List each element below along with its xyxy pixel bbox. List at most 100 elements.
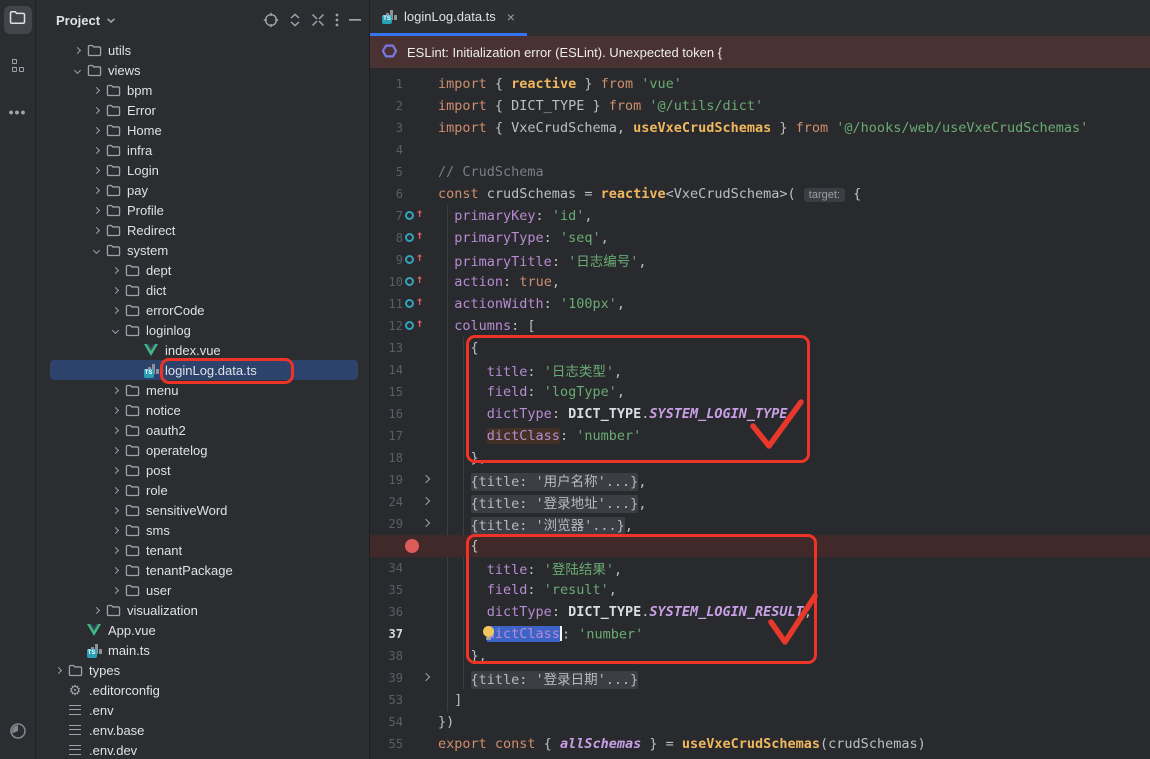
code-line-19[interactable]: 19 {title: '用户名称'...}, xyxy=(370,469,1150,491)
chevron-right-icon[interactable] xyxy=(106,263,124,277)
tree-item-error[interactable]: Error xyxy=(36,100,369,120)
expand-selector-icon[interactable] xyxy=(289,13,301,27)
code-line-10[interactable]: 10↑ action: true, xyxy=(370,271,1150,293)
tree-item-index-vue[interactable]: index.vue xyxy=(36,340,369,360)
line-number[interactable]: 6 xyxy=(370,187,403,201)
chevron-right-icon[interactable] xyxy=(87,123,105,137)
tree-item-role[interactable]: role xyxy=(36,480,369,500)
fold-chevron-icon[interactable] xyxy=(422,519,430,527)
chevron-right-icon[interactable] xyxy=(87,83,105,97)
line-number[interactable]: 18 xyxy=(370,451,403,465)
fold-chevron-icon[interactable] xyxy=(422,497,430,505)
line-number[interactable]: 37 xyxy=(370,627,403,641)
chevron-right-icon[interactable] xyxy=(87,223,105,237)
tree-item-bpm[interactable]: bpm xyxy=(36,80,369,100)
tree-item-home[interactable]: Home xyxy=(36,120,369,140)
code-line-3[interactable]: 3import { VxeCrudSchema, useVxeCrudSchem… xyxy=(370,117,1150,139)
code-line-6[interactable]: 6const crudSchemas = reactive<VxeCrudSch… xyxy=(370,183,1150,205)
code-line-35[interactable]: 35 field: 'result', xyxy=(370,579,1150,601)
code-line-2[interactable]: 2import { DICT_TYPE } from '@/utils/dict… xyxy=(370,95,1150,117)
code-line-13[interactable]: 13 { xyxy=(370,337,1150,359)
code-line-17[interactable]: 17 dictClass: 'number' xyxy=(370,425,1150,447)
line-number[interactable]: 12 xyxy=(370,319,403,333)
chevron-down-icon[interactable] xyxy=(106,11,116,29)
code-line-8[interactable]: 8↑ primaryType: 'seq', xyxy=(370,227,1150,249)
locate-icon[interactable] xyxy=(263,12,279,28)
chevron-right-icon[interactable] xyxy=(87,183,105,197)
tree-item-tenantpackage[interactable]: tenantPackage xyxy=(36,560,369,580)
tree-item-oauth2[interactable]: oauth2 xyxy=(36,420,369,440)
line-number[interactable]: 24 xyxy=(370,495,403,509)
line-number[interactable]: 54 xyxy=(370,715,403,729)
line-number[interactable]: 10 xyxy=(370,275,403,289)
line-number[interactable]: 4 xyxy=(370,143,403,157)
tree-item-system[interactable]: system xyxy=(36,240,369,260)
project-tool-button[interactable] xyxy=(4,6,32,34)
chevron-down-icon[interactable] xyxy=(68,63,86,77)
code-line-12[interactable]: 12↑ columns: [ xyxy=(370,315,1150,337)
fold-chevron-icon[interactable] xyxy=(422,673,430,681)
chevron-right-icon[interactable] xyxy=(106,483,124,497)
tree-item-views[interactable]: views xyxy=(36,60,369,80)
chevron-right-icon[interactable] xyxy=(106,583,124,597)
line-number[interactable]: 13 xyxy=(370,341,403,355)
line-number[interactable]: 17 xyxy=(370,429,403,443)
code-line-55[interactable]: 55export const { allSchemas } = useVxeCr… xyxy=(370,733,1150,755)
chevron-right-icon[interactable] xyxy=(106,443,124,457)
code-line-53[interactable]: 53 ] xyxy=(370,689,1150,711)
tree-item-tenant[interactable]: tenant xyxy=(36,540,369,560)
code-line-18[interactable]: 18 }, xyxy=(370,447,1150,469)
lightbulb-icon[interactable] xyxy=(483,626,494,637)
code-line-breakpoint[interactable]: { xyxy=(370,535,1150,557)
tree-item-dept[interactable]: dept xyxy=(36,260,369,280)
code-line-15[interactable]: 15 field: 'logType', xyxy=(370,381,1150,403)
tree-item--editorconfig[interactable]: ⚙.editorconfig xyxy=(36,680,369,700)
structure-tool-button[interactable] xyxy=(4,52,32,80)
tree-item-types[interactable]: types xyxy=(36,660,369,680)
code-line-5[interactable]: 5// CrudSchema xyxy=(370,161,1150,183)
chevron-down-icon[interactable] xyxy=(87,243,105,257)
code-line-9[interactable]: 9↑ primaryTitle: '日志编号', xyxy=(370,249,1150,271)
chevron-right-icon[interactable] xyxy=(49,663,67,677)
code-line-11[interactable]: 11↑ actionWidth: '100px', xyxy=(370,293,1150,315)
chevron-right-icon[interactable] xyxy=(68,43,86,57)
tree-item-pay[interactable]: pay xyxy=(36,180,369,200)
tree-item-user[interactable]: user xyxy=(36,580,369,600)
line-number[interactable]: 3 xyxy=(370,121,403,135)
line-number[interactable]: 2 xyxy=(370,99,403,113)
chevron-right-icon[interactable] xyxy=(106,303,124,317)
code-line-1[interactable]: 1import { reactive } from 'vue' xyxy=(370,73,1150,95)
tree-item-notice[interactable]: notice xyxy=(36,400,369,420)
line-number[interactable]: 34 xyxy=(370,561,403,575)
line-number[interactable]: 53 xyxy=(370,693,403,707)
line-number[interactable]: 11 xyxy=(370,297,403,311)
profiler-tool-button[interactable] xyxy=(0,722,36,745)
tree-item-post[interactable]: post xyxy=(36,460,369,480)
chevron-right-icon[interactable] xyxy=(87,143,105,157)
fold-chevron-icon[interactable] xyxy=(422,475,430,483)
tree-item-errorcode[interactable]: errorCode xyxy=(36,300,369,320)
tree-item--env-dev[interactable]: .env.dev xyxy=(36,740,369,759)
tree-item-visualization[interactable]: visualization xyxy=(36,600,369,620)
code-line-39[interactable]: 39 {title: '登录日期'...} xyxy=(370,667,1150,689)
tab-loginlog-data-ts[interactable]: TS loginLog.data.ts × xyxy=(370,0,527,36)
tree-item-loginlog[interactable]: loginlog xyxy=(36,320,369,340)
tree-item--env-base[interactable]: .env.base xyxy=(36,720,369,740)
code-line-29[interactable]: 29 {title: '浏览器'...}, xyxy=(370,513,1150,535)
chevron-right-icon[interactable] xyxy=(106,523,124,537)
line-number[interactable]: 29 xyxy=(370,517,403,531)
tree-item-main-ts[interactable]: TSmain.ts xyxy=(36,640,369,660)
code-line-7[interactable]: 7↑ primaryKey: 'id', xyxy=(370,205,1150,227)
line-number[interactable]: 1 xyxy=(370,77,403,91)
options-kebab-icon[interactable] xyxy=(335,13,339,27)
code-line-4[interactable]: 4 xyxy=(370,139,1150,161)
tree-item-menu[interactable]: menu xyxy=(36,380,369,400)
code-area[interactable]: 1import { reactive } from 'vue'2import {… xyxy=(370,68,1150,759)
line-number[interactable]: 36 xyxy=(370,605,403,619)
line-number[interactable]: 8 xyxy=(370,231,403,245)
chevron-right-icon[interactable] xyxy=(106,423,124,437)
code-line-24[interactable]: 24 {title: '登录地址'...}, xyxy=(370,491,1150,513)
line-number[interactable]: 39 xyxy=(370,671,403,685)
line-number[interactable]: 35 xyxy=(370,583,403,597)
line-number[interactable]: 9 xyxy=(370,253,403,267)
